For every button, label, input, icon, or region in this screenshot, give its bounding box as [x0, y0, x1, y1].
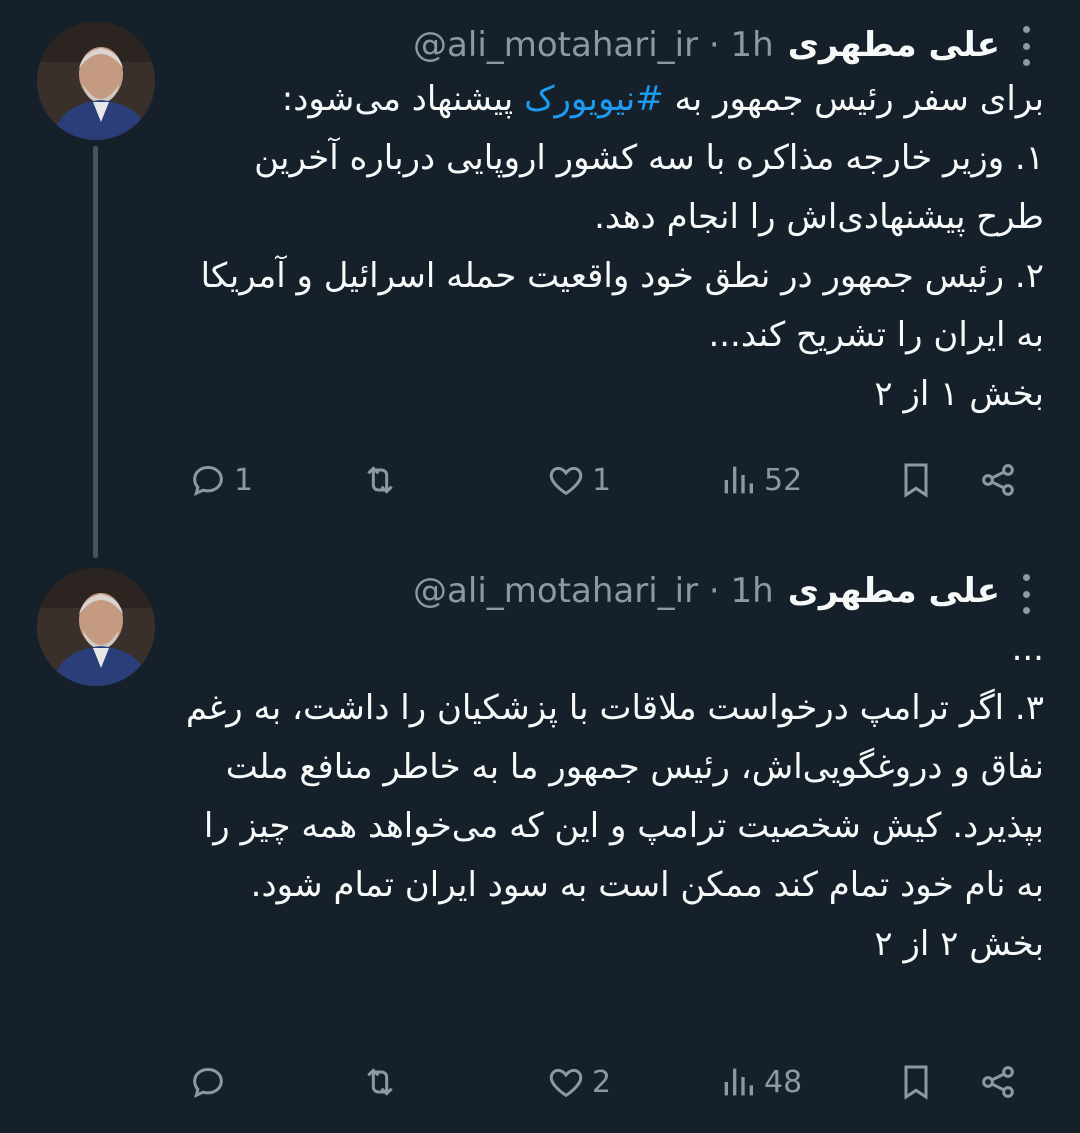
like-button[interactable]: 2	[546, 1062, 611, 1102]
share-icon	[982, 464, 1014, 496]
like-icon	[549, 1068, 583, 1098]
like-count: 1	[592, 462, 612, 498]
action-bar: 2 48	[186, 1056, 1044, 1116]
retweet-icon	[367, 1068, 393, 1096]
avatar[interactable]	[37, 22, 155, 140]
retweet-button[interactable]	[360, 460, 406, 500]
bookmark-button[interactable]	[896, 460, 936, 500]
retweet-button[interactable]	[360, 1062, 406, 1102]
tweet[interactable]: علی مطهری @ali_motahari_ir · 1h ... ۳. ا…	[0, 560, 1080, 1133]
retweet-icon	[367, 466, 393, 494]
reply-icon	[193, 1067, 223, 1099]
author-handle[interactable]: @ali_motahari_ir	[413, 25, 698, 65]
tweet-header: علی مطهری @ali_motahari_ir · 1h	[186, 568, 1000, 614]
bookmark-icon	[904, 463, 928, 498]
views-icon	[724, 466, 753, 494]
share-icon	[982, 1066, 1014, 1098]
hashtag-link[interactable]: #نیویورک	[524, 79, 664, 119]
tweet-text: ... ۳. اگر ترامپ درخواست ملاقات با پزشکی…	[185, 629, 1044, 964]
tweet[interactable]: علی مطهری @ali_motahari_ir · 1h برای سفر…	[0, 0, 1080, 560]
share-button[interactable]	[978, 1062, 1018, 1102]
bookmark-icon	[904, 1065, 928, 1100]
tweet-header: علی مطهری @ali_motahari_ir · 1h	[186, 22, 1000, 68]
tweet-text-part: پیشنهاد می‌شود: ۱. وزیر خارجه مذاکره با …	[200, 79, 1044, 414]
bookmark-button[interactable]	[896, 1062, 936, 1102]
more-icon[interactable]	[1020, 26, 1032, 66]
thread-line	[93, 146, 98, 558]
views-button[interactable]: 52	[718, 460, 802, 500]
handle-and-time: @ali_motahari_ir · 1h	[413, 571, 774, 611]
tweet-text-part: برای سفر رئیس جمهور به	[663, 79, 1044, 119]
like-count: 2	[592, 1064, 612, 1100]
views-count: 52	[764, 462, 803, 498]
like-icon	[549, 466, 583, 496]
reply-button[interactable]: 1	[188, 460, 253, 500]
views-count: 48	[764, 1064, 803, 1100]
reply-count: 1	[234, 462, 254, 498]
reply-icon	[193, 465, 223, 497]
handle-and-time: @ali_motahari_ir · 1h	[413, 25, 774, 65]
author-handle[interactable]: @ali_motahari_ir	[413, 571, 698, 611]
author-name[interactable]: علی مطهری	[788, 571, 1000, 611]
author-name[interactable]: علی مطهری	[788, 25, 1000, 65]
more-icon[interactable]	[1020, 574, 1032, 614]
tweet-text: برای سفر رئیس جمهور به #نیویورک پیشنهاد …	[180, 70, 1044, 424]
tweet-time[interactable]: 1h	[731, 571, 774, 611]
avatar[interactable]	[37, 568, 155, 686]
views-icon	[724, 1068, 753, 1096]
views-button[interactable]: 48	[718, 1062, 802, 1102]
share-button[interactable]	[978, 460, 1018, 500]
reply-button[interactable]	[188, 1062, 234, 1102]
like-button[interactable]: 1	[546, 460, 611, 500]
tweet-time[interactable]: 1h	[731, 25, 774, 65]
action-bar: 1 1 52	[186, 454, 1044, 514]
